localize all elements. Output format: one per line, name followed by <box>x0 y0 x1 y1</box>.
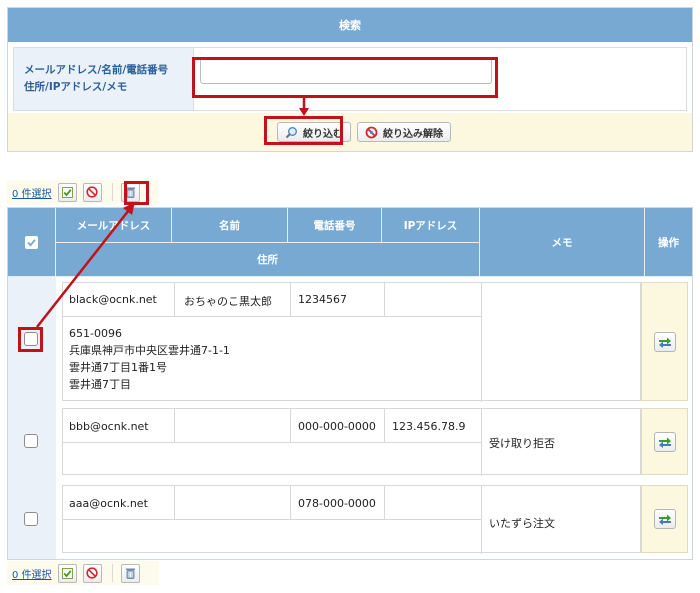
row-3-action-cell <box>641 485 688 553</box>
toolbar-divider <box>111 564 113 582</box>
trash-icon <box>125 568 135 579</box>
row-1-action-cell <box>641 282 688 401</box>
row-1-name: おちゃのこ黒太郎 <box>184 295 272 308</box>
row-2-email: bbb@ocnk.net <box>69 420 149 433</box>
divider <box>290 486 291 519</box>
divider <box>174 486 175 519</box>
row-1-edit-button[interactable] <box>653 331 676 352</box>
header-name: 名前 <box>172 208 288 243</box>
row-1-address: 651-0096 兵庫県神戸市中央区雲井通7-1-1 雲井通7丁目1番1号 雲井… <box>69 325 230 393</box>
row-2-memo: 受け取り拒否 <box>489 437 555 450</box>
row-3-email: aaa@ocnk.net <box>69 497 148 510</box>
edit-arrows-icon <box>658 337 671 348</box>
select-all-button-bottom[interactable] <box>57 563 77 583</box>
divider <box>481 486 482 554</box>
clear-filter-button[interactable]: 絞り込み解除 <box>357 122 451 142</box>
search-label: メールアドレス/名前/電話番号 住所/IPアドレス/メモ <box>14 48 194 110</box>
table-row: bbb@ocnk.net 000-000-0000 123.456.78.9 受… <box>62 408 641 476</box>
divider <box>384 409 385 442</box>
divider <box>290 409 291 442</box>
divider <box>384 486 385 519</box>
search-footer: 絞り込む 絞り込み解除 <box>8 113 692 151</box>
clear-filter-button-label: 絞り込み解除 <box>383 128 443 140</box>
row-2-ip: 123.456.78.9 <box>392 420 466 433</box>
header-phone: 電話番号 <box>288 208 382 243</box>
edit-arrows-icon <box>658 437 671 448</box>
row-2-checkbox-wrap <box>24 434 38 451</box>
row-1-phone: 1234567 <box>298 293 347 306</box>
prohibit-icon <box>86 567 98 579</box>
row-3-phone: 078-000-0000 <box>298 497 376 510</box>
row-2-action-cell <box>641 408 688 475</box>
row-3-edit-button[interactable] <box>653 509 676 529</box>
edit-arrows-icon <box>658 514 671 525</box>
row-1-checkbox-highlight <box>18 327 43 352</box>
table-row: aaa@ocnk.net 078-000-0000 いたずら注文 <box>62 485 641 554</box>
divider <box>174 409 175 442</box>
row-1-address-line: 兵庫県神戸市中央区雲井通7-1-1 <box>69 344 230 357</box>
check-icon <box>61 567 73 579</box>
no-entry-icon <box>365 126 378 138</box>
divider <box>63 519 481 520</box>
input-highlight <box>192 57 498 98</box>
highlight-arrow-down <box>299 97 309 116</box>
delete-button-bottom[interactable] <box>120 563 140 583</box>
row-3-checkbox-wrap <box>24 512 38 529</box>
search-label-line1: メールアドレス/名前/電話番号 <box>24 64 169 76</box>
row-1-address-line: 雲井通7丁目 <box>69 378 131 391</box>
deselect-all-button-bottom[interactable] <box>82 563 102 583</box>
row-3-memo: いたずら注文 <box>489 517 555 530</box>
divider <box>174 283 175 316</box>
bottom-toolbar: 0 件選択 <box>7 561 159 585</box>
divider <box>290 283 291 316</box>
filter-button-highlight <box>264 116 343 145</box>
table-row: black@ocnk.net おちゃのこ黒太郎 1234567 651-0096… <box>62 282 641 402</box>
search-title: 検索 <box>8 8 692 42</box>
row-2-checkbox[interactable] <box>24 434 38 448</box>
header-ip: IPアドレス <box>382 208 480 243</box>
selected-count-link-bottom[interactable]: 0 件選択 <box>12 566 52 581</box>
header-action: 操作 <box>645 208 692 277</box>
divider <box>384 283 385 316</box>
highlight-arrow-diagonal <box>36 202 135 328</box>
divider <box>481 283 482 402</box>
header-memo: メモ <box>480 208 645 277</box>
divider <box>63 442 481 443</box>
row-2-edit-button[interactable] <box>653 431 676 452</box>
row-3-checkbox[interactable] <box>24 512 38 526</box>
divider <box>481 409 482 476</box>
search-label-line2: 住所/IPアドレス/メモ <box>24 81 128 93</box>
row-2-phone: 000-000-0000 <box>298 420 376 433</box>
row-1-address-line: 雲井通7丁目1番1号 <box>69 361 167 374</box>
